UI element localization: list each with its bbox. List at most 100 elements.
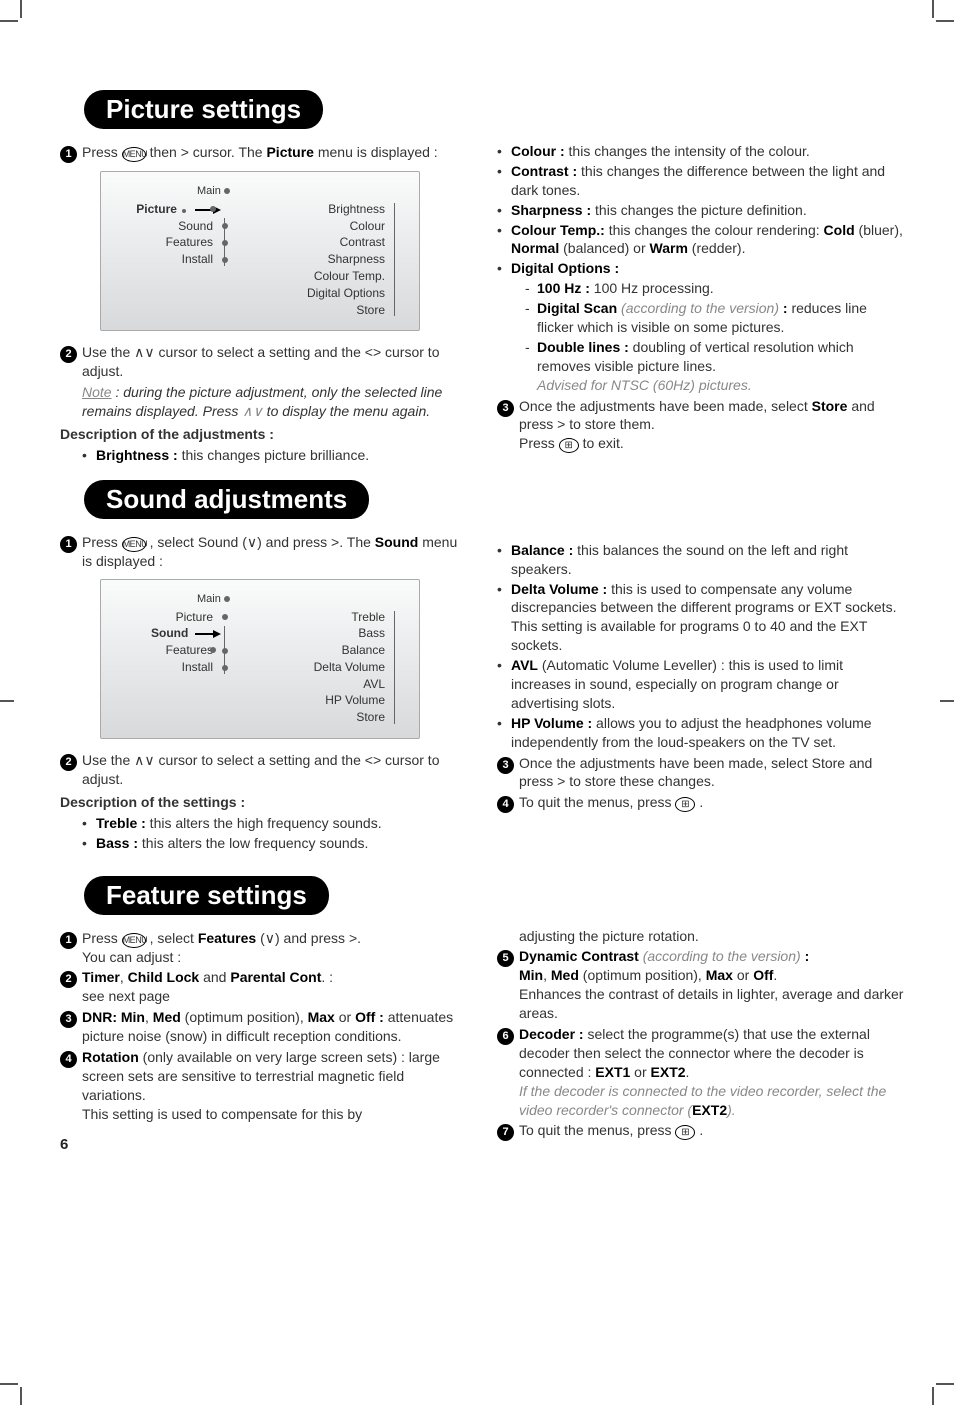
ss-main-label: Main <box>197 592 395 607</box>
ss-left-column: Picture Sound Features Install <box>125 201 225 268</box>
crop-mark <box>20 1387 22 1405</box>
text: 100 Hz processing. <box>590 280 714 296</box>
feature-cont-text: adjusting the picture rotation. <box>497 927 904 946</box>
text: Med <box>153 1009 181 1025</box>
label: Colour : <box>511 143 565 159</box>
leftright-cursor-glyph: <> <box>365 344 381 360</box>
step-number-icon: 4 <box>60 1051 77 1068</box>
picture-step-2: 2 Use the ∧∨ cursor to select a setting … <box>60 343 467 381</box>
text: Press <box>519 435 559 451</box>
feature-section-title: Feature settings <box>84 876 329 915</box>
ss-left-item: Picture <box>125 609 213 626</box>
menu-name: Features <box>198 930 256 946</box>
text: Sound <box>178 219 213 233</box>
label: Delta Volume : <box>511 581 607 597</box>
picture-section-header: Picture settings <box>60 90 904 129</box>
label: Double lines : <box>537 339 629 355</box>
text: Warm <box>650 240 688 256</box>
text: cursor. The <box>193 144 267 160</box>
feature-step-7: 7 To quit the menus, press ⊞ . <box>497 1121 904 1141</box>
text: cursor to select a setting and the <box>159 752 365 768</box>
colour-desc: Colour : this changes the intensity of t… <box>497 142 904 161</box>
text: , <box>145 1009 153 1025</box>
step-number-icon: 5 <box>497 950 514 967</box>
text: Off : <box>355 1009 384 1025</box>
crop-mark <box>0 1383 18 1385</box>
ss-left-column: Picture Sound Features Install <box>125 609 225 676</box>
step-number-icon: 1 <box>60 932 77 949</box>
ss-left-item: Install <box>125 659 213 676</box>
text: this alters the high frequency sounds. <box>146 815 382 831</box>
text: ). <box>727 1102 736 1118</box>
text: ) and press <box>275 930 349 946</box>
ss-right-item: Store <box>285 302 385 319</box>
text: . <box>699 1122 703 1138</box>
text: cursor to select a setting and the <box>159 344 365 360</box>
text: Main <box>197 185 221 197</box>
ss-left-item: Picture <box>125 201 213 218</box>
label: Sharpness : <box>511 202 591 218</box>
menu-name: Sound <box>375 534 419 550</box>
text: Enhances the contrast of details in ligh… <box>519 986 903 1021</box>
text: Min <box>519 967 543 983</box>
sound-step-3: 3 Once the adjustments have been made, s… <box>497 754 904 792</box>
text: (optimum position), <box>181 1009 308 1025</box>
step-number-icon: 2 <box>60 971 77 988</box>
label: Digital Scan <box>537 300 617 316</box>
text: EXT1 <box>595 1064 630 1080</box>
feature-section-header: Feature settings <box>60 876 904 915</box>
label: Brightness : <box>96 447 178 463</box>
sound-step-4: 4 To quit the menus, press ⊞ . <box>497 793 904 813</box>
right-cursor-glyph: > <box>557 416 565 432</box>
menu-name: Picture <box>266 144 313 160</box>
text: Timer <box>82 969 120 985</box>
step-number-icon: 3 <box>60 1011 77 1028</box>
text: Features <box>166 235 213 249</box>
ss-right-item: Balance <box>285 642 385 659</box>
label: AVL <box>511 657 538 673</box>
ss-left-item: Sound <box>125 625 213 642</box>
label: Digital Options : <box>511 260 619 276</box>
text: to display the menu again. <box>263 403 430 419</box>
text: . <box>357 930 361 946</box>
digital-scan-desc: Digital Scan (according to the version) … <box>525 299 904 337</box>
text: Install <box>182 660 213 674</box>
updown-cursor-glyph: ∧∨ <box>134 752 155 768</box>
text: this changes the colour rendering: <box>609 222 824 238</box>
feature-step-3: 3 DNR: Min, Med (optimum position), Max … <box>60 1008 467 1046</box>
text: Use the <box>82 752 134 768</box>
menu-button-icon: MENU <box>122 933 146 948</box>
down-cursor-glyph: ∨ <box>247 534 257 550</box>
text: to exit. <box>583 435 624 451</box>
label: Colour Temp.: <box>511 222 605 238</box>
text: to store these changes. <box>569 773 715 789</box>
text: , <box>120 969 128 985</box>
text: To quit the menus, press <box>519 794 675 810</box>
text: or <box>733 967 753 983</box>
right-cursor-glyph: > <box>349 930 357 946</box>
text: Off <box>753 967 773 983</box>
picture-note: Note : during the picture adjustment, on… <box>60 383 467 421</box>
text: and <box>199 969 230 985</box>
contrast-desc: Contrast : this changes the difference b… <box>497 162 904 200</box>
ss-right-item: Delta Volume <box>285 659 385 676</box>
delta-volume-desc: Delta Volume : this is used to compensat… <box>497 580 904 656</box>
ss-right-item: Brightness <box>285 201 385 218</box>
feature-step-6: 6 Decoder : select the programme(s) that… <box>497 1025 904 1119</box>
label: 100 Hz : <box>537 280 590 296</box>
text: (balanced) or <box>563 240 649 256</box>
hp-volume-desc: HP Volume : allows you to adjust the hea… <box>497 714 904 752</box>
hz100-desc: 100 Hz : 100 Hz processing. <box>525 279 904 298</box>
text: Install <box>182 252 213 266</box>
updown-cursor-glyph: ∧∨ <box>134 344 155 360</box>
ss-left-item: Features <box>125 234 213 251</box>
picture-step-3: 3 Once the adjustments have been made, s… <box>497 397 904 454</box>
right-cursor-glyph: > <box>557 773 565 789</box>
text: Press <box>82 930 122 946</box>
exit-button-icon: ⊞ <box>675 1125 695 1140</box>
picture-step-1: 1 Press MENU then > cursor. The Picture … <box>60 143 467 163</box>
page-number: 6 <box>60 1136 68 1153</box>
text: , <box>543 967 551 983</box>
step-number-icon: 3 <box>497 400 514 417</box>
ss-left-item: Install <box>125 251 213 268</box>
